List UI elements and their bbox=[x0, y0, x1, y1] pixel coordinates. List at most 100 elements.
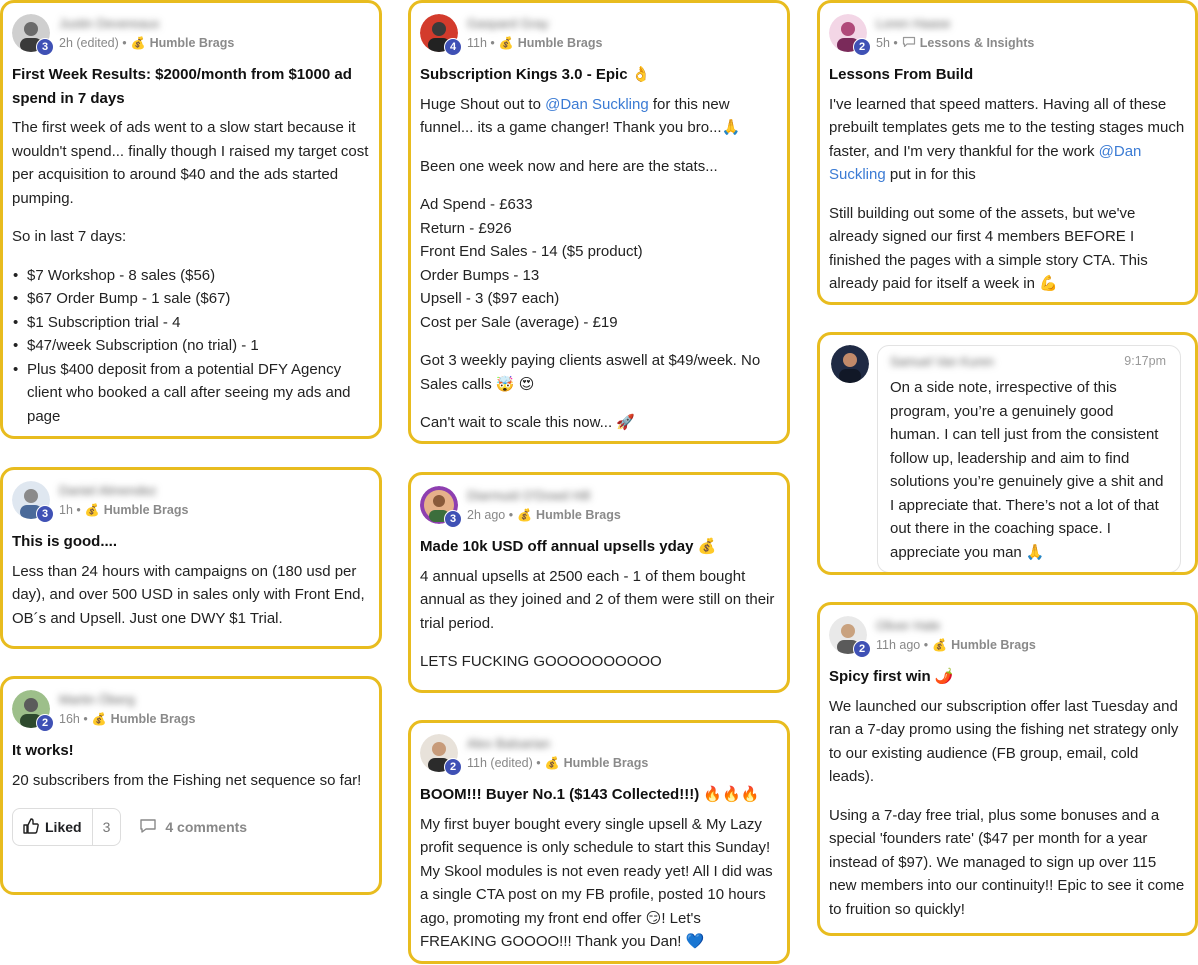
post-card[interactable]: 3 Daniel Almendez 1h • 💰 Humble Brags This… bbox=[0, 467, 382, 649]
author-name[interactable]: Samuel Van Kuren bbox=[890, 354, 994, 370]
category-label[interactable]: Humble Brags bbox=[536, 508, 621, 522]
stat-line: Ad Spend - £633 bbox=[420, 196, 533, 213]
post-card[interactable]: 3 Diarmuid O'Dowd Hill 2h ago • 💰 Humble B… bbox=[408, 472, 790, 693]
level-badge: 3 bbox=[36, 505, 54, 523]
post-paragraph: 20 subscribers from the Fishing net sequ… bbox=[12, 771, 362, 789]
avatar[interactable]: 3 bbox=[12, 481, 54, 523]
post-time: 5h • bbox=[876, 36, 898, 50]
avatar[interactable]: 3 bbox=[420, 486, 462, 528]
post-title[interactable]: Spicy first win 🌶️ bbox=[829, 665, 1186, 689]
level-badge: 2 bbox=[36, 714, 54, 732]
money-bag-icon: 💰 bbox=[517, 508, 533, 522]
speech-bubble-icon bbox=[902, 36, 916, 51]
like-button[interactable]: Liked bbox=[13, 809, 93, 845]
category-label[interactable]: Humble Brags bbox=[104, 503, 189, 517]
level-badge: 3 bbox=[36, 38, 54, 56]
avatar[interactable] bbox=[831, 345, 871, 385]
post-card[interactable]: 2 Martin Öberg 16h • 💰 Humble Brags It wor… bbox=[0, 676, 382, 895]
post-paragraph: So in last 7 days: bbox=[12, 228, 127, 245]
post-title[interactable]: BOOM!!! Buyer No.1 ($143 Collected!!!) 🔥… bbox=[420, 783, 778, 807]
avatar[interactable]: 2 bbox=[420, 734, 462, 776]
stat-line: Order Bumps - 13 bbox=[420, 266, 540, 284]
post-title[interactable]: This is good.... bbox=[12, 530, 370, 554]
post-paragraph: Huge Shout out to @Dan Suckling for this… bbox=[420, 95, 741, 137]
post-title[interactable]: Lessons From Build bbox=[829, 63, 1186, 87]
post-title[interactable]: It works! bbox=[12, 739, 370, 763]
avatar[interactable]: 3 bbox=[12, 14, 54, 56]
level-badge: 2 bbox=[853, 640, 871, 658]
author-name[interactable]: Gaspard Gray bbox=[467, 16, 602, 32]
author-name[interactable]: Martin Öberg bbox=[59, 692, 195, 708]
avatar[interactable]: 2 bbox=[12, 690, 54, 732]
comment-time: 9:17pm bbox=[1124, 354, 1166, 368]
post-time: 11h ago • bbox=[876, 638, 929, 652]
avatar[interactable]: 4 bbox=[420, 14, 462, 56]
comment-icon bbox=[139, 818, 157, 837]
post-paragraph: Still building out some of the assets, b… bbox=[829, 204, 1148, 293]
like-count[interactable]: 3 bbox=[93, 819, 121, 835]
post-paragraph: Using a 7-day free trial, plus some bonu… bbox=[829, 806, 1185, 918]
money-bag-icon: 💰 bbox=[84, 503, 100, 517]
money-bag-icon: 💰 bbox=[544, 756, 560, 770]
post-paragraph: Got 3 weekly paying clients aswell at $4… bbox=[420, 352, 761, 393]
avatar[interactable]: 2 bbox=[829, 616, 871, 658]
category-label[interactable]: Lessons & Insights bbox=[920, 36, 1035, 50]
comments-label: 4 comments bbox=[165, 819, 248, 835]
category-label[interactable]: Humble Brags bbox=[111, 712, 196, 726]
comment-bubble: Samuel Van Kuren 9:17pm On a side note, … bbox=[877, 345, 1181, 572]
money-bag-icon: 💰 bbox=[498, 36, 514, 50]
post-time: 1h • bbox=[59, 503, 81, 517]
list-item: $7 Workshop - 8 sales ($56) bbox=[12, 264, 370, 288]
like-control[interactable]: Liked 3 bbox=[12, 808, 122, 846]
post-time: 11h • bbox=[467, 36, 495, 50]
level-badge: 2 bbox=[444, 758, 462, 776]
thumbs-up-icon bbox=[23, 817, 39, 837]
post-paragraph: My first buyer bought every single upsel… bbox=[420, 815, 773, 951]
category-label[interactable]: Humble Brags bbox=[518, 36, 603, 50]
post-title[interactable]: First Week Results: $2000/month from $10… bbox=[12, 63, 370, 110]
level-badge: 4 bbox=[444, 38, 462, 56]
post-card[interactable]: 2 Loren Haase 5h • Lessons & Insights Les… bbox=[817, 0, 1198, 305]
post-paragraph: LETS FUCKING GOOOOOOOOOO bbox=[420, 653, 662, 670]
author-name[interactable]: Justin Devereaux bbox=[59, 16, 234, 32]
bullet-list: $7 Workshop - 8 sales ($56) $67 Order Bu… bbox=[12, 264, 370, 429]
list-item: $47/week Subscription (no trial) - 1 bbox=[12, 334, 370, 358]
money-bag-icon: 💰 bbox=[932, 638, 948, 652]
author-name[interactable]: Alex Balsarian bbox=[467, 736, 648, 752]
money-bag-icon: 💰 bbox=[130, 36, 146, 50]
level-badge: 2 bbox=[853, 38, 871, 56]
category-label[interactable]: Humble Brags bbox=[564, 756, 649, 770]
mention-link[interactable]: @Dan Suckling bbox=[545, 96, 649, 113]
like-label: Liked bbox=[45, 819, 82, 835]
level-badge: 3 bbox=[444, 510, 462, 528]
author-name[interactable]: Diarmuid O'Dowd Hill bbox=[467, 488, 621, 504]
category-label[interactable]: Humble Brags bbox=[951, 638, 1036, 652]
post-title[interactable]: Subscription Kings 3.0 - Epic 👌 bbox=[420, 63, 778, 87]
stats-block: Ad Spend - £633 Return - £926 Front End … bbox=[420, 193, 778, 334]
stat-line: Return - £926 bbox=[420, 219, 512, 237]
post-paragraph: We launched our subscription offer last … bbox=[829, 697, 1179, 786]
post-time: 11h (edited) • bbox=[467, 756, 541, 770]
list-item: $1 Subscription trial - 4 bbox=[12, 311, 370, 335]
post-paragraph: The first week of ads went to a slow sta… bbox=[12, 119, 369, 207]
post-time: 2h ago • bbox=[467, 508, 514, 522]
post-paragraph: I've learned that speed matters. Having … bbox=[829, 95, 1185, 184]
post-title[interactable]: Made 10k USD off annual upsells yday 💰 bbox=[420, 535, 778, 559]
comment-card[interactable]: Samuel Van Kuren 9:17pm On a side note, … bbox=[817, 332, 1198, 575]
comments-link[interactable]: 4 comments bbox=[139, 818, 247, 837]
author-name[interactable]: Oliver Hale bbox=[876, 618, 1036, 634]
post-time: 2h (edited) • bbox=[59, 36, 127, 50]
author-name[interactable]: Daniel Almendez bbox=[59, 483, 188, 499]
stat-line: Front End Sales - 14 ($5 product) bbox=[420, 243, 643, 260]
post-card[interactable]: 3 Justin Devereaux 2h (edited) • 💰 Humble … bbox=[0, 0, 382, 439]
avatar[interactable]: 2 bbox=[829, 14, 871, 56]
comment-text: On a side note, irrespective of this pro… bbox=[890, 379, 1164, 561]
post-card[interactable]: 2 Alex Balsarian 11h (edited) • 💰 Humble B… bbox=[408, 720, 790, 964]
category-label[interactable]: Humble Brags bbox=[150, 36, 235, 50]
money-bag-icon: 💰 bbox=[91, 712, 107, 726]
post-card[interactable]: 2 Oliver Hale 11h ago • 💰 Humble Brags Spi… bbox=[817, 602, 1198, 936]
post-card[interactable]: 4 Gaspard Gray 11h • 💰 Humble Brags Subscr… bbox=[408, 0, 790, 444]
author-name[interactable]: Loren Haase bbox=[876, 16, 1034, 32]
list-item: $67 Order Bump - 1 sale ($67) bbox=[12, 287, 370, 311]
stat-line: Upsell - 3 ($97 each) bbox=[420, 290, 560, 307]
